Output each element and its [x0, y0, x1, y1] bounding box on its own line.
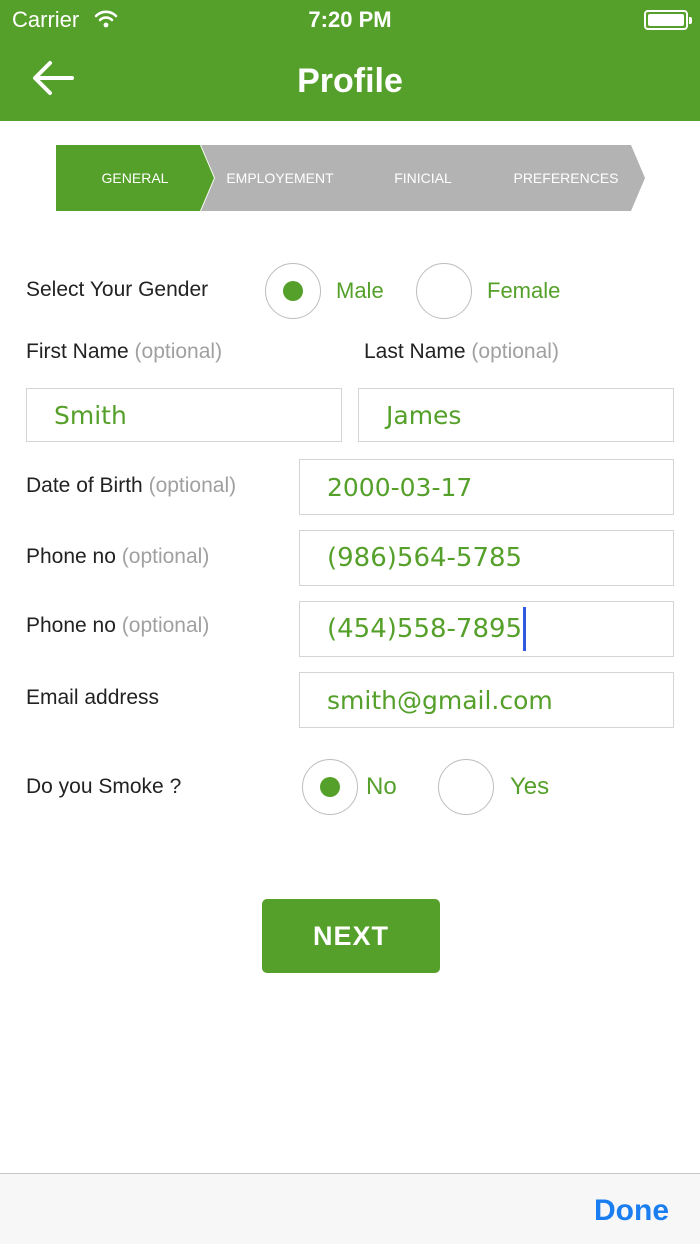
last-name-value: James — [386, 400, 462, 430]
step-employement-label: EMPLOYEMENT — [226, 170, 334, 186]
first-name-label: First Name (optional) — [26, 340, 222, 364]
email-label: Email address — [26, 686, 160, 709]
phone2-value: (454)558-7895 — [327, 614, 523, 644]
dob-field[interactable]: 2000-03-17 — [299, 459, 674, 515]
keyboard-toolbar: Done — [0, 1173, 700, 1244]
phone1-field[interactable]: (986)564-5785 — [299, 530, 674, 586]
optional-hint: (optional) — [471, 340, 559, 363]
gender-male-label[interactable]: Male — [336, 278, 384, 304]
gender-female-label[interactable]: Female — [487, 278, 560, 304]
progress-stepper: GENERAL EMPLOYEMENT FINICIAL PREFERENCES — [56, 145, 646, 211]
optional-hint: (optional) — [148, 474, 237, 497]
phone2-label-text: Phone no — [26, 614, 116, 637]
step-finicial-label: FINICIAL — [394, 170, 452, 186]
last-name-label: Last Name (optional) — [364, 340, 559, 364]
done-button[interactable]: Done — [594, 1194, 669, 1228]
smoke-yes-radio[interactable] — [438, 759, 494, 815]
first-name-value: Smith — [54, 400, 127, 430]
status-bar: Carrier 7:20 PM — [0, 0, 700, 40]
step-preferences[interactable]: PREFERENCES — [487, 145, 645, 211]
smoke-no-label[interactable]: No — [366, 773, 397, 801]
next-button[interactable]: NEXT — [262, 899, 440, 973]
step-preferences-label: PREFERENCES — [513, 170, 619, 186]
dob-value: 2000-03-17 — [327, 472, 473, 502]
step-finicial[interactable]: FINICIAL — [344, 145, 502, 211]
phone2-label: Phone no (optional) — [26, 614, 209, 638]
step-employement[interactable]: EMPLOYEMENT — [201, 145, 359, 211]
gender-female-radio[interactable] — [416, 263, 472, 319]
gender-male-radio[interactable] — [265, 263, 321, 319]
first-name-label-text: First Name — [26, 340, 129, 363]
optional-hint: (optional) — [121, 545, 210, 568]
dob-label: Date of Birth (optional) — [26, 474, 236, 498]
email-value: smith@gmail.com — [327, 685, 553, 715]
phone1-value: (986)564-5785 — [327, 543, 523, 573]
battery-icon — [644, 10, 692, 30]
step-general-label: GENERAL — [101, 170, 169, 186]
first-name-field[interactable]: Smith — [26, 388, 342, 442]
dob-label-text: Date of Birth — [26, 474, 143, 497]
step-general[interactable]: GENERAL — [56, 145, 214, 211]
phone2-field[interactable]: (454)558-7895 — [299, 601, 674, 657]
smoke-label: Do you Smoke ? — [26, 775, 182, 798]
optional-hint: (optional) — [121, 614, 210, 637]
radio-selected-dot — [283, 281, 303, 301]
email-field[interactable]: smith@gmail.com — [299, 672, 674, 728]
last-name-label-text: Last Name — [364, 340, 466, 363]
gender-label: Select Your Gender — [26, 278, 209, 301]
app-header: Carrier 7:20 PM Profile — [0, 0, 700, 121]
last-name-field[interactable]: James — [358, 388, 674, 442]
phone1-label-text: Phone no — [26, 545, 116, 568]
phone1-label: Phone no (optional) — [26, 545, 209, 569]
smoke-no-radio[interactable] — [302, 759, 358, 815]
optional-hint: (optional) — [134, 340, 223, 363]
status-time: 7:20 PM — [308, 7, 392, 32]
smoke-yes-label[interactable]: Yes — [510, 773, 549, 801]
radio-selected-dot — [320, 777, 340, 797]
page-title: Profile — [297, 62, 403, 100]
text-caret — [523, 607, 527, 651]
